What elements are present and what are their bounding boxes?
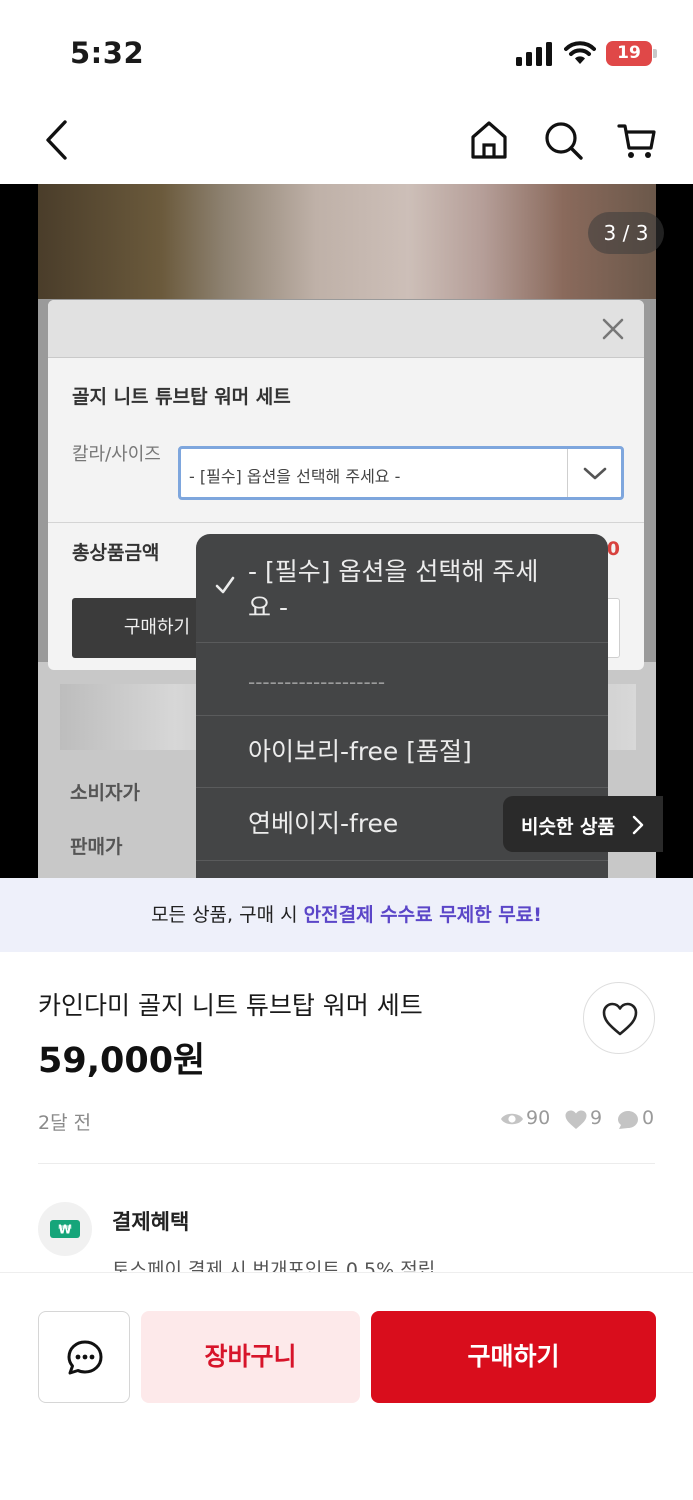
payment-benefit-icon: ₩: [38, 1202, 92, 1256]
cart-icon[interactable]: [615, 118, 659, 162]
posted-time: 2달 전: [38, 1112, 92, 1134]
product-price: 59,000원: [38, 1041, 206, 1081]
close-icon: [602, 318, 624, 340]
heart-icon: [602, 1002, 638, 1036]
signal-icon: [516, 42, 552, 66]
divider: [38, 1163, 655, 1164]
status-bar: 5:32 19: [0, 0, 693, 100]
photo-top-region: [38, 184, 656, 299]
bottom-action-bar: 장바구니 구매하기: [0, 1272, 693, 1500]
speech-bubble-icon: [618, 1111, 638, 1129]
add-to-cart-button[interactable]: 장바구니: [141, 1311, 360, 1403]
sale-price-label: 판매가: [70, 836, 123, 858]
consumer-price-label: 소비자가: [70, 782, 140, 804]
chevron-right-icon: [632, 815, 644, 835]
promo-banner: 모든 상품, 구매 시 안전결제 수수료 무제한 무료!: [0, 878, 693, 952]
dropdown-item: 아이보리-free [품절]: [248, 737, 472, 766]
promo-highlight: 안전결제 수수료 무제한 무료!: [303, 904, 542, 926]
buy-button[interactable]: 구매하기: [371, 1311, 656, 1403]
promo-text: 모든 상품, 구매 시: [151, 904, 304, 926]
status-time: 5:32: [70, 36, 145, 70]
payment-benefit-title: 결제혜택: [112, 1210, 190, 1234]
search-icon[interactable]: [541, 118, 585, 162]
eye-icon: [501, 1113, 523, 1125]
total-label: 총상품금액: [72, 542, 160, 564]
payment-benefit-description: 토스페이 결제 시 번개포인트 0.5% 적립: [112, 1259, 436, 1272]
home-icon[interactable]: [467, 118, 511, 162]
chat-icon: [67, 1340, 103, 1375]
option-select: - [필수] 옵션을 선택해 주세요 -: [178, 446, 624, 500]
image-counter: 3 / 3: [588, 212, 664, 254]
top-nav: [0, 100, 693, 184]
chevron-down-icon: [567, 449, 621, 497]
heart-icon: [565, 1110, 587, 1129]
battery-cap: [653, 49, 657, 58]
similar-products-label: 비슷한 상품: [521, 816, 616, 838]
back-icon[interactable]: [36, 118, 80, 162]
product-title: 카인다미 골지 니트 튜브탑 워머 세트: [38, 991, 423, 1020]
chat-button[interactable]: [38, 1311, 130, 1403]
modal-title: 골지 니트 튜브탑 워머 세트: [72, 386, 291, 408]
total-value: 0: [606, 538, 620, 560]
dropdown-item: -------------------: [248, 670, 386, 694]
modal-divider: [48, 522, 644, 523]
dropdown-item: - [필수] 옵션을 선택해 주세요 -: [248, 557, 539, 622]
option-select-value: - [필수] 옵션을 선택해 주세요 -: [189, 467, 401, 486]
wifi-icon: [564, 40, 596, 66]
similar-products-button[interactable]: 비슷한 상품: [503, 796, 663, 852]
modal-header: [48, 300, 644, 358]
option-label: 칼라/사이즈: [72, 444, 161, 465]
battery-icon: 19: [606, 41, 652, 66]
like-button[interactable]: [583, 982, 655, 1054]
svg-text:₩: ₩: [58, 1223, 72, 1237]
